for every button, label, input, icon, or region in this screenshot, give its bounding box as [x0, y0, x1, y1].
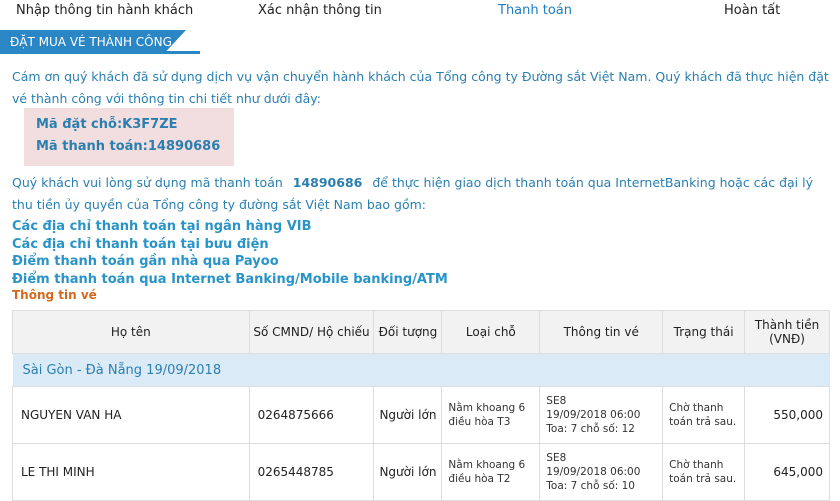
- ticket-details: SE8 19/09/2018 06:00 Toa: 7 chỗ số: 10: [539, 443, 664, 501]
- payment-code-line: Mã thanh toán:14890686: [36, 139, 221, 154]
- banner-underline: [0, 51, 200, 54]
- thank-you-text: Cám ơn quý khách đã sử dụng dịch vụ vận …: [12, 69, 829, 106]
- booking-code-box: Mã đặt chỗ:K3F7ZE Mã thanh toán:14890686: [24, 108, 234, 166]
- seat-type: Nằm khoang 6 điều hòa T3: [441, 386, 541, 444]
- table-header-row: Họ tên Số CMND/ Hộ chiếu Đối tượng Loại …: [12, 310, 830, 354]
- seat-type: Nằm khoang 6 điều hòa T2: [441, 443, 541, 501]
- ticket-status: Chờ thanh toán trả sau.: [662, 443, 746, 501]
- ticket-details: SE8 19/09/2018 06:00 Toa: 7 chỗ số: 12: [539, 386, 664, 444]
- instruction-payment-code: 14890686: [292, 175, 363, 190]
- payment-location-links: Các địa chỉ thanh toán tại ngân hàng VIB…: [12, 218, 448, 288]
- ticket-table: Họ tên Số CMND/ Hộ chiếu Đối tượng Loại …: [12, 310, 830, 501]
- ticket-status: Chờ thanh toán trả sau.: [662, 386, 746, 444]
- route-group-row: Sài Gòn - Đà Nẵng 19/09/2018: [12, 353, 830, 387]
- booking-code: K3F7ZE: [122, 117, 178, 132]
- step-complete: Hoàn tất: [724, 3, 781, 18]
- passenger-name: LE THI MINH: [12, 443, 250, 501]
- passenger-id: 0265448785: [248, 443, 375, 501]
- passenger-id: 0264875666: [248, 386, 375, 444]
- step-confirm: Xác nhận thông tin: [258, 3, 382, 18]
- ticket-info-title: Thông tin vé: [12, 288, 97, 302]
- link-post-office[interactable]: Các địa chỉ thanh toán tại bưu điện: [12, 236, 448, 254]
- col-name: Họ tên: [12, 310, 250, 354]
- col-ticket-info: Thông tin vé: [539, 310, 664, 354]
- col-status: Trạng thái: [662, 310, 746, 354]
- payment-instruction: Quý khách vui lòng sử dụng mã thanh toán…: [12, 175, 813, 212]
- table-row: NGUYEN VAN HA 0264875666 Người lớn Nằm k…: [12, 386, 830, 444]
- payment-code: 14890686: [147, 139, 221, 154]
- step-passenger-info: Nhập thông tin hành khách: [16, 3, 194, 18]
- passenger-name: NGUYEN VAN HA: [12, 386, 250, 444]
- passenger-type: Người lớn: [373, 443, 443, 501]
- link-vib-bank[interactable]: Các địa chỉ thanh toán tại ngân hàng VIB: [12, 218, 448, 236]
- ticket-price: 645,000: [744, 443, 830, 501]
- col-id: Số CMND/ Hộ chiếu: [248, 310, 375, 354]
- col-seat: Loại chỗ: [441, 310, 541, 354]
- table-row: LE THI MINH 0265448785 Người lớn Nằm kho…: [12, 443, 830, 501]
- passenger-type: Người lớn: [373, 386, 443, 444]
- route-label: Sài Gòn - Đà Nẵng 19/09/2018: [12, 353, 830, 387]
- link-internet-banking[interactable]: Điểm thanh toán qua Internet Banking/Mob…: [12, 271, 448, 289]
- ticket-price: 550,000: [744, 386, 830, 444]
- booking-code-line: Mã đặt chỗ:K3F7ZE: [36, 117, 178, 132]
- step-payment: Thanh toán: [498, 3, 573, 18]
- col-type: Đối tượng: [373, 310, 443, 354]
- booking-steps: Nhập thông tin hành khách Xác nhận thông…: [0, 0, 840, 22]
- link-payoo[interactable]: Điểm thanh toán gần nhà qua Payoo: [12, 253, 448, 271]
- col-price: Thành tiền (VNĐ): [744, 310, 830, 354]
